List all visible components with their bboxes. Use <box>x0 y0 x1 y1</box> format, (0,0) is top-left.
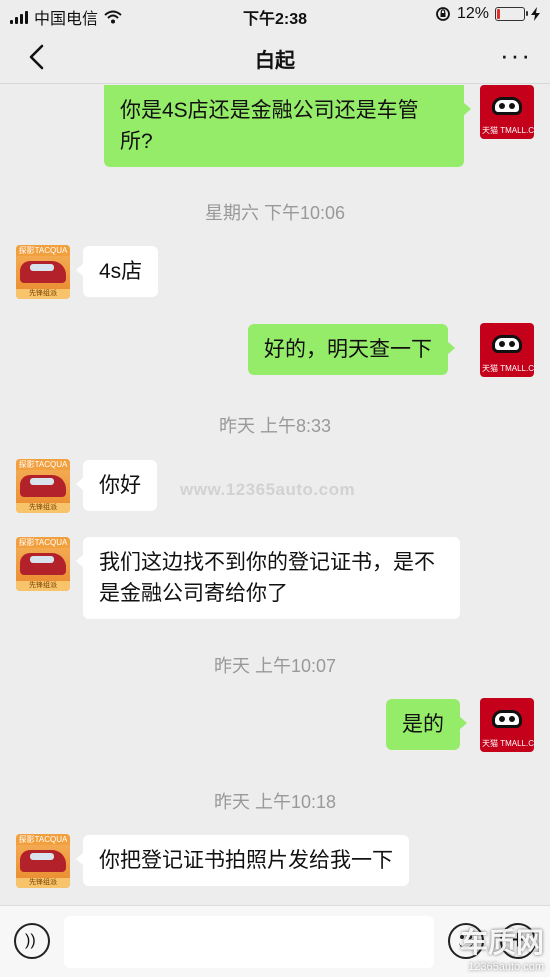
battery-percent: 12% <box>456 5 489 22</box>
avatar-car[interactable]: 探影TACQUA 先锋组派 <box>16 245 70 299</box>
corner-logo-name: 车质网 <box>459 927 544 958</box>
car-slogan-label: 先锋组派 <box>16 503 70 513</box>
tmall-label: 天猫 TMALL.COM <box>482 739 534 748</box>
status-right: 12% <box>435 5 540 23</box>
car-window <box>30 853 54 860</box>
car-window <box>30 478 54 485</box>
voice-icon[interactable]: )) <box>14 923 50 959</box>
corner-logo: 车质网 12365auto.com <box>460 921 544 973</box>
orientation-lock-icon <box>436 7 450 21</box>
car-brand-label: 探影TACQUA <box>16 459 70 470</box>
time-divider: 昨天 上午10:18 <box>213 792 337 812</box>
avatar-tmall[interactable]: 天猫 TMALL.COM <box>480 85 534 139</box>
more-dots-icon[interactable]: ··· <box>500 40 532 71</box>
chat-title: 白起 <box>255 50 295 72</box>
corner-logo-url: 12365auto.com <box>468 961 544 973</box>
chat-area[interactable]: 你是4S店还是金融公司还是车管所? 天猫 TMALL.COM 星期六 下午10:… <box>0 85 550 905</box>
watermark: www.12365auto.com <box>180 480 356 499</box>
tmall-label: 天猫 TMALL.COM <box>482 364 534 373</box>
car-slogan-label: 先锋组派 <box>16 581 70 591</box>
car-brand-label: 探影TACQUA <box>16 537 70 548</box>
car-window <box>30 556 54 563</box>
car-slogan-label: 先锋组派 <box>16 289 70 299</box>
message-bubble-received[interactable]: 4s店 <box>75 246 159 297</box>
avatar-tmall[interactable]: 天猫 TMALL.COM <box>480 698 534 752</box>
charging-icon <box>531 7 540 21</box>
tmall-cat-icon <box>492 335 522 353</box>
avatar-car[interactable]: 探影TACQUA 先锋组派 <box>16 834 70 888</box>
avatar-tmall[interactable]: 天猫 TMALL.COM <box>480 323 534 377</box>
message-bubble-received[interactable]: 我们这边找不到你的登记证书，是不是金融公司寄给你了 <box>76 537 460 619</box>
message-bubble-sent[interactable]: 好的，明天查一下 <box>248 324 455 375</box>
message-bubble-received[interactable]: 你把登记证书拍照片发给我一下 <box>76 835 409 886</box>
car-slogan-label: 先锋组派 <box>16 878 70 888</box>
message-input[interactable] <box>64 916 434 968</box>
car-brand-label: 探影TACQUA <box>16 834 70 845</box>
time-divider: 星期六 下午10:06 <box>204 203 346 223</box>
battery-icon <box>495 7 528 21</box>
tmall-cat-icon <box>492 710 522 728</box>
tmall-cat-icon <box>492 97 522 115</box>
avatar-car[interactable]: 探影TACQUA 先锋组派 <box>16 459 70 513</box>
avatar-car[interactable]: 探影TACQUA 先锋组派 <box>16 537 70 591</box>
car-window <box>30 264 54 271</box>
status-bar: 中国电信 下午2:38 12% <box>0 0 550 30</box>
message-bubble-sent[interactable]: 是的 <box>386 699 467 750</box>
message-bubble-received[interactable]: 你好 <box>76 460 157 511</box>
battery-fill <box>497 9 500 19</box>
car-brand-label: 探影TACQUA <box>16 245 70 256</box>
message-bubble-sent[interactable]: 你是4S店还是金融公司还是车管所? <box>104 85 471 167</box>
tmall-label: 天猫 TMALL.COM <box>482 126 534 135</box>
time-divider: 昨天 上午8:33 <box>218 416 332 436</box>
nav-bar: 白起 ··· <box>0 30 550 84</box>
time-divider: 昨天 上午10:07 <box>213 656 337 676</box>
